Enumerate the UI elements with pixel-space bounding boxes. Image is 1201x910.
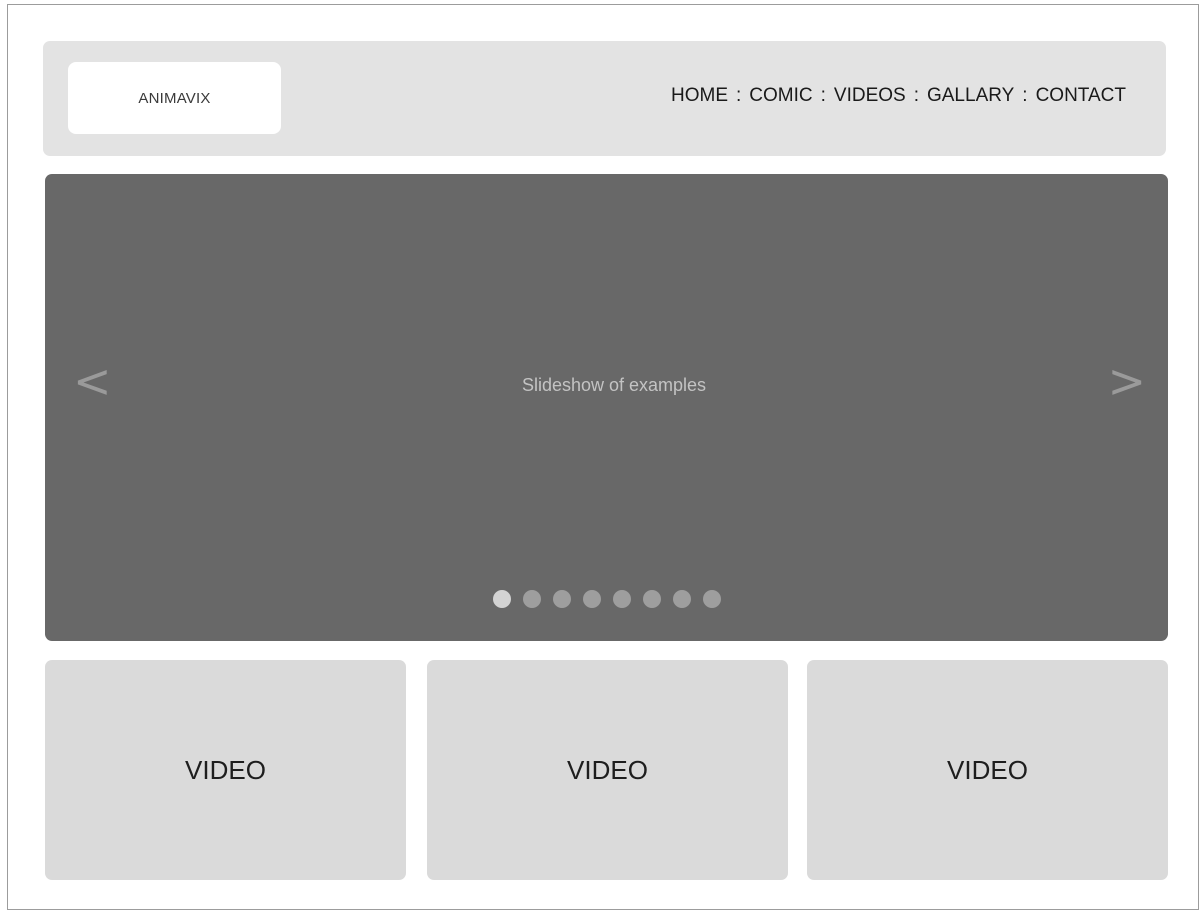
slideshow[interactable]: < Slideshow of examples > bbox=[45, 174, 1168, 641]
nav-item-gallary[interactable]: GALLARY bbox=[927, 85, 1014, 107]
video-card-label: VIDEO bbox=[185, 754, 266, 785]
video-card[interactable]: VIDEO bbox=[45, 660, 406, 880]
logo[interactable]: ANIMAVIX bbox=[68, 62, 281, 134]
slideshow-dot[interactable] bbox=[493, 590, 511, 608]
video-card[interactable]: VIDEO bbox=[807, 660, 1168, 880]
chevron-right-icon[interactable]: > bbox=[1107, 358, 1146, 404]
video-card-label: VIDEO bbox=[567, 754, 648, 785]
nav-separator: : bbox=[736, 85, 742, 106]
nav-item-home[interactable]: HOME bbox=[671, 85, 728, 107]
slideshow-dots bbox=[493, 590, 721, 608]
video-card[interactable]: VIDEO bbox=[427, 660, 788, 880]
slideshow-dot[interactable] bbox=[643, 590, 661, 608]
nav-item-contact[interactable]: CONTACT bbox=[1036, 85, 1126, 107]
nav-separator: : bbox=[820, 85, 826, 106]
logo-text: ANIMAVIX bbox=[138, 89, 211, 107]
slideshow-dot[interactable] bbox=[673, 590, 691, 608]
slideshow-dot[interactable] bbox=[553, 590, 571, 608]
slideshow-dot[interactable] bbox=[613, 590, 631, 608]
slideshow-caption: Slideshow of examples bbox=[521, 375, 707, 395]
nav-item-videos[interactable]: VIDEOS bbox=[834, 85, 906, 107]
video-card-label: VIDEO bbox=[947, 754, 1028, 785]
slideshow-dot[interactable] bbox=[523, 590, 541, 608]
slideshow-dot[interactable] bbox=[703, 590, 721, 608]
slideshow-dot[interactable] bbox=[583, 590, 601, 608]
nav-separator: : bbox=[913, 85, 919, 106]
nav-item-comic[interactable]: COMIC bbox=[749, 85, 812, 107]
main-nav: HOME : COMIC : VIDEOS : GALLARY : CONTAC… bbox=[671, 85, 1126, 107]
nav-separator: : bbox=[1022, 85, 1028, 106]
site-header: ANIMAVIX HOME : COMIC : VIDEOS : GALLARY… bbox=[43, 41, 1166, 156]
